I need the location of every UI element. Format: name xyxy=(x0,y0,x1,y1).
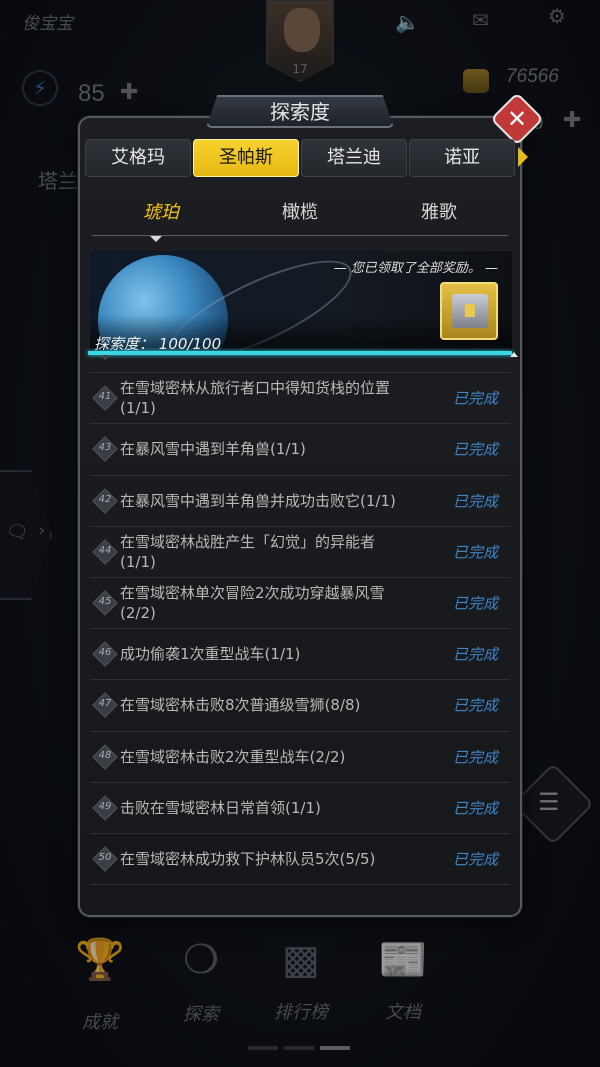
task-number: 43 xyxy=(98,442,112,454)
task-number: 45 xyxy=(98,596,112,608)
task-description: 在雪域密林击败2次重型战车(2/2) xyxy=(120,747,346,766)
subtab-2[interactable]: 橄榄 xyxy=(231,196,369,230)
chest-latch xyxy=(465,304,475,317)
tab-region-4[interactable]: 诺亚 xyxy=(409,139,515,177)
reward-chest-icon[interactable] xyxy=(440,282,498,340)
task-status: 已完成 xyxy=(452,492,498,511)
task-description: 在暴风雪中遇到羊角兽并成功击败它(1/1) xyxy=(120,491,396,510)
task-description: 成功偷袭1次重型战车(1/1) xyxy=(120,645,301,664)
task-number: 44 xyxy=(98,544,112,556)
close-icon[interactable]: ✕ xyxy=(498,100,536,138)
task-status: 已完成 xyxy=(452,594,498,613)
task-number: 49 xyxy=(98,800,112,812)
tab-region-3[interactable]: 塔兰迪 xyxy=(301,139,407,177)
task-row: 40打击雪域密林15次走私者(15/15)已完成 xyxy=(90,355,510,374)
chest-body xyxy=(452,294,488,328)
task-list[interactable]: 40打击雪域密林15次走私者(15/15)已完成41在雪域密林从旅行者口中得知货… xyxy=(90,355,510,903)
task-status: 已完成 xyxy=(452,645,498,664)
task-status: 已完成 xyxy=(452,748,498,767)
exploration-banner: — 您已领取了全部奖励。 — 探索度： 100/100 xyxy=(90,251,512,355)
task-number: 41 xyxy=(98,391,112,403)
task-row: 49 击败在雪域密林日常首领(1/1) 已完成 xyxy=(90,783,510,834)
task-status: 已完成 xyxy=(452,440,498,459)
task-description: 打击雪域密林15次走私者(15/15) xyxy=(120,355,410,357)
tab-region-2[interactable]: 圣帕斯 xyxy=(193,139,299,177)
task-status: 已完成 xyxy=(452,696,498,715)
task-status: 已完成 xyxy=(453,355,498,358)
task-status: 已完成 xyxy=(452,543,498,562)
task-row: 50 在雪域密林成功救下护林队员5次(5/5) 已完成 xyxy=(90,834,510,886)
task-list-content: 40打击雪域密林15次走私者(15/15)已完成41在雪域密林从旅行者口中得知货… xyxy=(90,355,510,886)
modal-title: 探索度 xyxy=(206,95,394,128)
region-tabs: 艾格玛 圣帕斯 塔兰迪 诺亚 xyxy=(85,139,517,177)
rewards-claimed-message: — 您已领取了全部奖励。 — xyxy=(333,261,498,276)
task-number: 42 xyxy=(98,493,112,505)
progress-marker-icon xyxy=(510,352,518,357)
task-row: 48 在雪域密林击败2次重型战车(2/2) 已完成 xyxy=(90,732,510,783)
task-number-badge xyxy=(92,355,118,360)
sub-tabs: 琥珀 橄榄 雅歌 xyxy=(92,196,508,236)
task-description: 在暴风雪中遇到羊角兽(1/1) xyxy=(120,440,306,459)
task-description: 在雪域密林战胜产生「幻觉」的异能者(1/1) xyxy=(120,532,376,571)
task-row: 42 在暴风雪中遇到羊角兽并成功击败它(1/1) 已完成 xyxy=(90,476,510,527)
task-number: 46 xyxy=(98,647,112,659)
subtab-indicator-icon xyxy=(150,236,162,242)
tabs-scroll-right-icon[interactable] xyxy=(518,147,528,167)
task-row: 47 在雪域密林击败8次普通级雪狮(8/8) 已完成 xyxy=(90,680,510,732)
task-number: 48 xyxy=(98,749,112,761)
tab-region-1[interactable]: 艾格玛 xyxy=(85,139,191,177)
task-row: 43 在暴风雪中遇到羊角兽(1/1) 已完成 xyxy=(90,424,510,476)
task-status: 已完成 xyxy=(452,389,498,408)
task-status: 已完成 xyxy=(452,850,498,869)
task-description: 击败在雪域密林日常首领(1/1) xyxy=(120,798,321,817)
subtab-3[interactable]: 雅歌 xyxy=(370,196,508,230)
task-row: 46 成功偷袭1次重型战车(1/1) 已完成 xyxy=(90,629,510,681)
task-row: 45 在雪域密林单次冒险2次成功穿越暴风雪(2/2) 已完成 xyxy=(90,578,510,630)
task-number: 50 xyxy=(98,851,112,863)
task-number: 47 xyxy=(98,698,112,710)
task-row: 41 在雪域密林从旅行者口中得知货栈的位置(1/1) 已完成 xyxy=(90,373,510,425)
task-row: 44 在雪域密林战胜产生「幻觉」的异能者(1/1) 已完成 xyxy=(90,527,510,578)
task-description: 在雪域密林击败8次普通级雪狮(8/8) xyxy=(120,696,361,715)
task-description: 在雪域密林从旅行者口中得知货栈的位置(1/1) xyxy=(120,379,391,418)
task-status: 已完成 xyxy=(452,799,498,818)
subtab-1[interactable]: 琥珀 xyxy=(92,196,230,230)
task-description: 在雪域密林成功救下护林队员5次(5/5) xyxy=(120,849,376,868)
task-description: 在雪域密林单次冒险2次成功穿越暴风雪(2/2) xyxy=(120,584,385,623)
